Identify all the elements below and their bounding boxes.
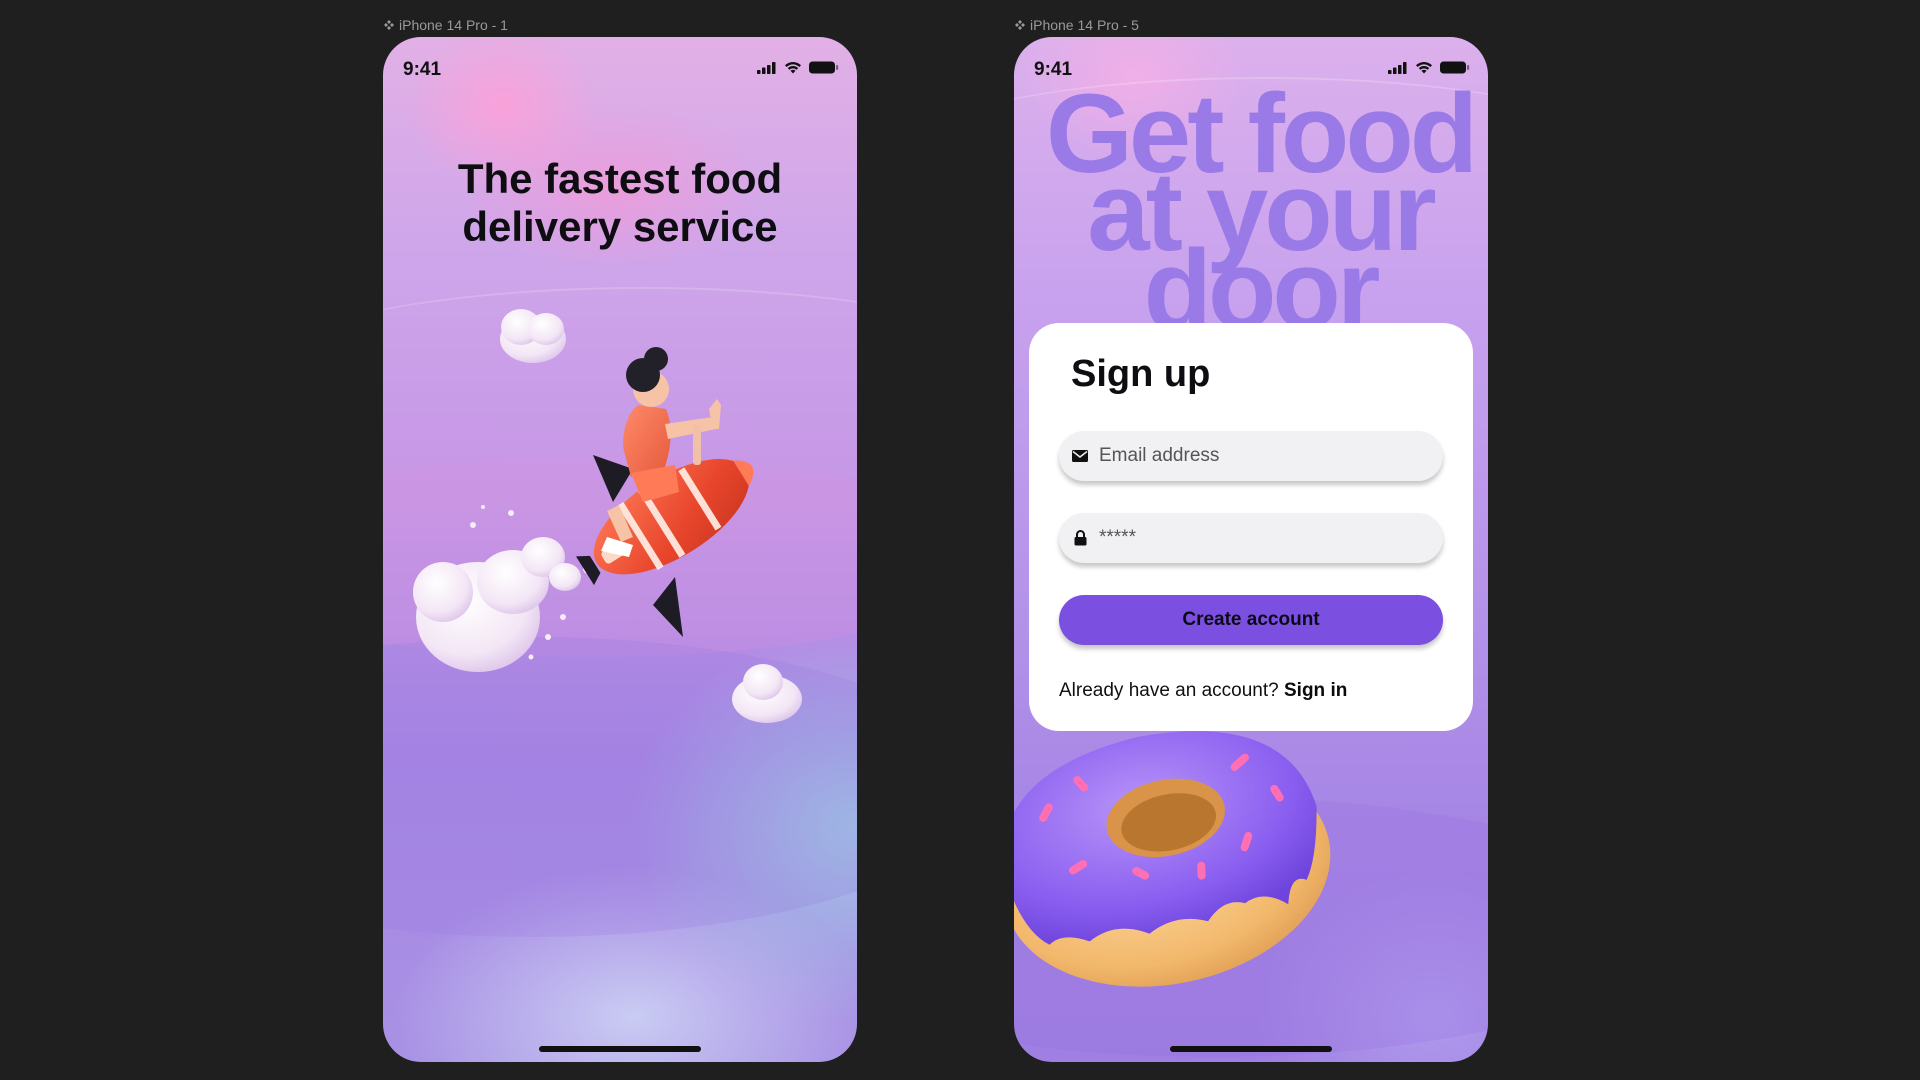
signin-link[interactable]: Sign in <box>1284 680 1347 701</box>
component-icon <box>1015 20 1025 30</box>
rocket-rider-illustration <box>413 309 802 723</box>
signin-prompt: Already have an account? Sign in <box>1059 680 1347 702</box>
signup-card: Sign up Creat <box>1029 323 1473 731</box>
design-canvas: iPhone 14 Pro - 1 iPhone 14 Pro - 5 9:41 <box>0 0 1920 1080</box>
cloud-small-top <box>500 309 566 363</box>
mail-icon <box>1071 447 1089 465</box>
signup-title: Sign up <box>1071 353 1211 395</box>
home-indicator <box>539 1046 701 1052</box>
frame-label-1[interactable]: iPhone 14 Pro - 1 <box>384 17 508 33</box>
cloud-small-right <box>732 664 802 723</box>
create-account-button[interactable]: Create account <box>1059 595 1443 645</box>
home-indicator <box>1170 1046 1332 1052</box>
frame-label-5[interactable]: iPhone 14 Pro - 5 <box>1015 17 1139 33</box>
email-input[interactable] <box>1099 445 1419 467</box>
email-field[interactable] <box>1059 431 1443 481</box>
phone-frame-signup: Get food at your door 9:41 Sign up Email… <box>1014 37 1488 1062</box>
lock-icon <box>1071 529 1089 547</box>
rocket-fin <box>653 577 683 637</box>
component-icon <box>384 20 394 30</box>
password-input[interactable] <box>1099 527 1419 549</box>
frame-label-text: iPhone 14 Pro - 5 <box>1030 17 1139 33</box>
signin-prompt-text: Already have an account? <box>1059 680 1279 701</box>
password-field[interactable] <box>1059 513 1443 563</box>
donut <box>1014 731 1331 987</box>
exhaust-cloud <box>413 505 593 672</box>
frame-label-text: iPhone 14 Pro - 1 <box>399 17 508 33</box>
phone-frame-onboarding: 9:41 The fastest food delivery service <box>383 37 857 1062</box>
rocket-fin <box>593 455 633 502</box>
